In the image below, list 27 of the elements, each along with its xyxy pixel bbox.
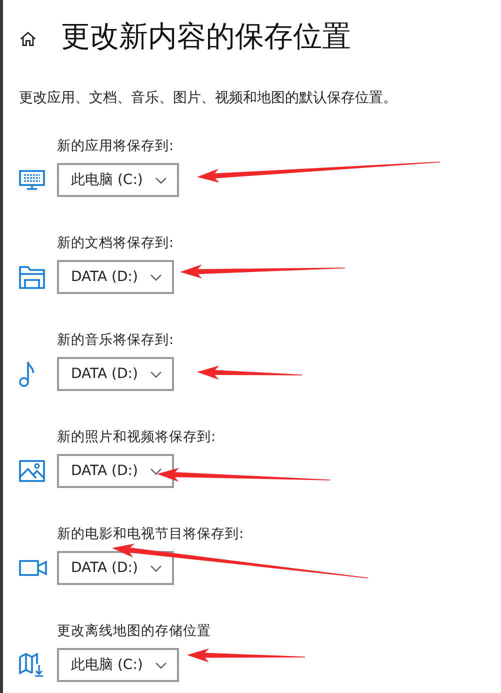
location-dropdown[interactable]: 此电脑 (C:) [57, 648, 179, 682]
music-note-icon [19, 361, 35, 387]
chevron-down-icon [150, 370, 162, 378]
location-dropdown[interactable]: 此电脑 (C:) [57, 163, 179, 197]
home-icon[interactable] [19, 30, 37, 48]
chevron-down-icon [150, 564, 162, 572]
folder-icon [19, 265, 45, 289]
setting-label: 新的音乐将保存到: [57, 331, 175, 350]
monitor-icon [19, 170, 45, 190]
setting-label: 新的照片和视频将保存到: [57, 428, 217, 447]
setting-label: 更改离线地图的存储位置 [57, 622, 212, 641]
map-download-icon [19, 653, 45, 677]
chevron-down-icon [150, 274, 162, 280]
chevron-down-icon [154, 176, 167, 184]
page-title: 更改新内容的保存位置 [61, 18, 351, 55]
image-icon [19, 460, 45, 482]
location-dropdown[interactable]: DATA (D:) [57, 551, 174, 585]
location-dropdown[interactable]: DATA (D:) [57, 260, 174, 294]
video-camera-icon [19, 560, 47, 576]
location-dropdown[interactable]: DATA (D:) [57, 357, 174, 391]
page-description: 更改应用、文档、音乐、图片、视频和地图的默认保存位置。 [19, 89, 398, 107]
setting-label: 新的文档将保存到: [57, 234, 175, 253]
chevron-down-icon [154, 662, 167, 668]
chevron-down-icon [150, 468, 162, 474]
setting-label: 新的应用将保存到: [57, 137, 175, 156]
location-dropdown[interactable]: DATA (D:) [57, 454, 174, 488]
setting-label: 新的电影和电视节目将保存到: [57, 525, 245, 544]
